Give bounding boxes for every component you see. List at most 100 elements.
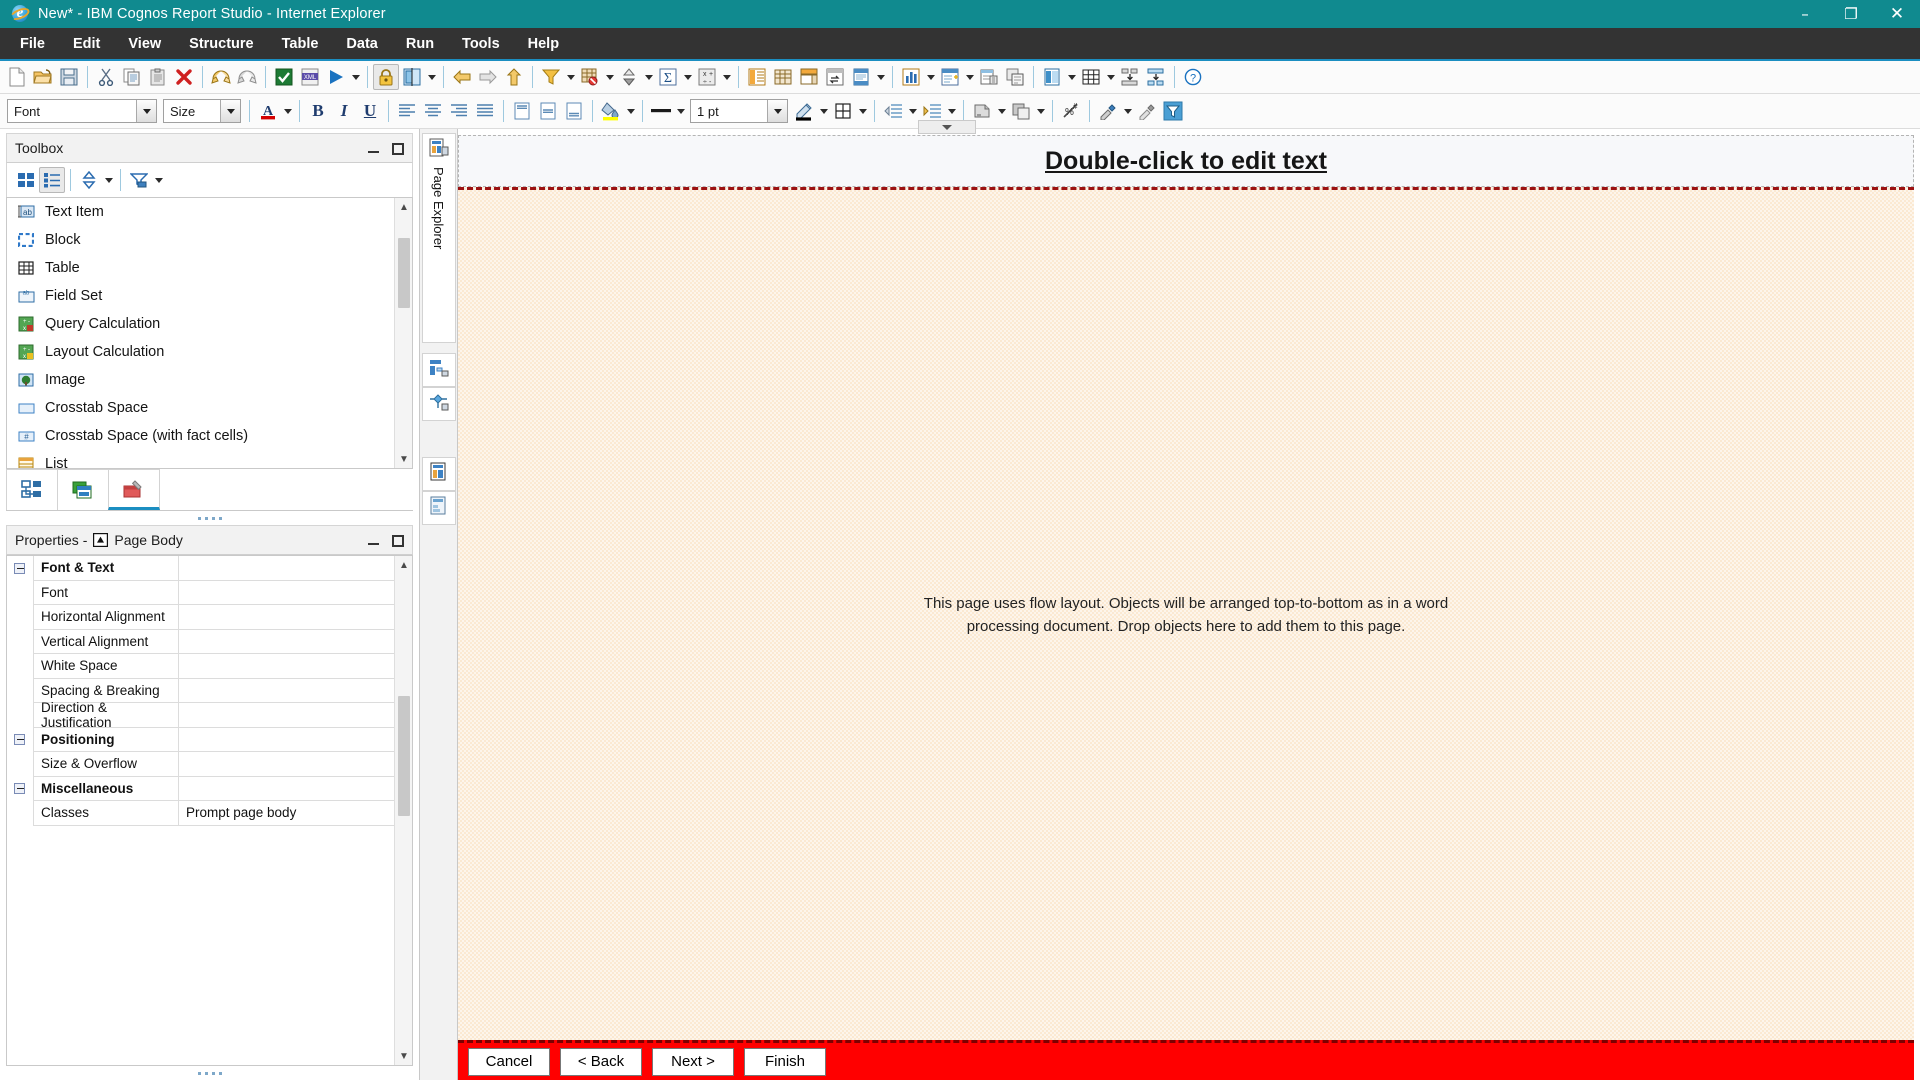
pick-up-style-caret-icon[interactable] — [1121, 98, 1134, 124]
pick-up-style-icon[interactable] — [1095, 98, 1121, 124]
align-justify-icon[interactable] — [472, 98, 498, 124]
background-color-caret-icon[interactable] — [624, 98, 637, 124]
page-header-text[interactable]: Double-click to edit text — [1045, 147, 1327, 176]
filter-icon[interactable] — [538, 64, 564, 90]
run-report-icon[interactable] — [323, 64, 349, 90]
property-value[interactable]: Prompt page body — [178, 801, 412, 826]
copy-icon[interactable] — [119, 64, 145, 90]
font-select-caret-icon[interactable] — [136, 100, 156, 122]
chart-icon[interactable] — [898, 64, 924, 90]
toolbox-item-crosstab-space-fact[interactable]: # Crosstab Space (with fact cells) — [7, 422, 412, 450]
border-style-caret-icon[interactable] — [674, 98, 687, 124]
properties-resize-grip[interactable] — [6, 1066, 413, 1080]
sort-caret-icon[interactable] — [642, 64, 655, 90]
toolbox-item-crosstab-space[interactable]: Crosstab Space — [7, 394, 412, 422]
scroll-up-icon[interactable]: ▲ — [395, 556, 412, 574]
margin-caret-icon[interactable] — [1034, 98, 1047, 124]
property-row[interactable]: White Space — [7, 654, 412, 679]
property-row[interactable]: Miscellaneous — [7, 776, 412, 801]
border-style-icon[interactable] — [648, 98, 674, 124]
align-right-icon[interactable] — [446, 98, 472, 124]
list-view-button[interactable] — [39, 167, 65, 193]
cut-icon[interactable] — [93, 64, 119, 90]
up-arrow-icon[interactable] — [501, 64, 527, 90]
menu-item-table[interactable]: Table — [268, 32, 333, 56]
toolbox-item-text-item[interactable]: ab Text Item — [7, 198, 412, 226]
page-body-region[interactable]: This page uses flow layout. Objects will… — [458, 187, 1914, 1040]
underline-button[interactable]: U — [357, 98, 383, 124]
filter-caret-icon[interactable] — [564, 64, 577, 90]
maximize-button[interactable]: ❐ — [1828, 0, 1874, 28]
property-row[interactable]: Positioning — [7, 727, 412, 752]
toolbox-scrollbar[interactable]: ▲ ▼ — [394, 198, 412, 468]
page-header-region[interactable]: Double-click to edit text — [458, 135, 1914, 187]
border-color-icon[interactable] — [791, 98, 817, 124]
build-prompt-page-icon[interactable] — [976, 64, 1002, 90]
calculate-caret-icon[interactable] — [720, 64, 733, 90]
valign-top-icon[interactable] — [509, 98, 535, 124]
toolbox-item-table[interactable]: Table — [7, 254, 412, 282]
bold-button[interactable]: B — [305, 98, 331, 124]
size-select[interactable]: Size — [163, 99, 241, 123]
menu-item-tools[interactable]: Tools — [448, 32, 514, 56]
chart-caret-icon[interactable] — [924, 64, 937, 90]
menu-item-data[interactable]: Data — [332, 32, 391, 56]
scroll-thumb[interactable] — [398, 238, 410, 308]
cancel-button[interactable]: Cancel — [468, 1047, 550, 1076]
repeater-icon[interactable] — [1002, 64, 1028, 90]
margin-icon[interactable] — [1008, 98, 1034, 124]
toolbox-item-layout-calculation[interactable]: + - x Layout Calculation — [7, 338, 412, 366]
toolbox-minimize-icon[interactable] — [368, 143, 380, 155]
scroll-down-icon[interactable]: ▼ — [395, 1047, 412, 1065]
sort-toolbox-icon[interactable] — [76, 167, 102, 193]
menu-item-help[interactable]: Help — [514, 32, 573, 56]
headers-footers-caret-icon[interactable] — [874, 64, 887, 90]
report-canvas[interactable]: Double-click to edit text This page uses… — [458, 120, 1920, 1080]
filter-toolbox-caret-icon[interactable] — [152, 167, 165, 193]
font-color-icon[interactable]: A — [255, 98, 281, 124]
conditional-style-icon[interactable] — [1160, 98, 1186, 124]
run-report-caret-icon[interactable] — [349, 64, 362, 90]
next-button[interactable]: Next > — [652, 1047, 734, 1076]
property-value[interactable] — [178, 776, 412, 801]
tab-query-explorer[interactable] — [421, 353, 456, 387]
valign-bottom-icon[interactable] — [561, 98, 587, 124]
redo-icon[interactable] — [234, 64, 260, 90]
align-middle-icon[interactable] — [1117, 64, 1143, 90]
summarize-icon[interactable]: Σ — [655, 64, 681, 90]
page-layers-caret-icon[interactable] — [1065, 64, 1078, 90]
menu-item-view[interactable]: View — [114, 32, 175, 56]
border-width-select[interactable]: 1 pt — [690, 99, 788, 123]
decrease-indent-icon[interactable] — [880, 98, 906, 124]
section-icon[interactable] — [744, 64, 770, 90]
toolbox-item-list[interactable]: ab Text Item Block Table ab Field Set + … — [6, 197, 413, 469]
menu-item-file[interactable]: File — [6, 32, 59, 56]
close-button[interactable]: ✕ — [1874, 0, 1920, 28]
toolbox-item-block[interactable]: Block — [7, 226, 412, 254]
sort-icon[interactable] — [616, 64, 642, 90]
padding-caret-icon[interactable] — [995, 98, 1008, 124]
valign-middle-icon[interactable] — [535, 98, 561, 124]
apply-style-icon[interactable] — [1134, 98, 1160, 124]
pivot-icon[interactable] — [796, 64, 822, 90]
background-color-icon[interactable] — [598, 98, 624, 124]
toolbox-maximize-icon[interactable] — [392, 143, 404, 155]
italic-button[interactable]: I — [331, 98, 357, 124]
align-left-icon[interactable] — [394, 98, 420, 124]
property-row[interactable]: Size & Overflow — [7, 752, 412, 777]
headers-footers-icon[interactable] — [848, 64, 874, 90]
suppress-caret-icon[interactable] — [603, 64, 616, 90]
toolbox-item-field-set[interactable]: ab Field Set — [7, 282, 412, 310]
font-select[interactable]: Font — [7, 99, 157, 123]
back-button[interactable]: < Back — [560, 1047, 642, 1076]
tab-condition-explorer[interactable] — [421, 387, 456, 421]
tab-report-pages[interactable] — [421, 457, 456, 491]
delete-icon[interactable] — [171, 64, 197, 90]
scroll-thumb[interactable] — [398, 696, 410, 816]
properties-scrollbar[interactable]: ▲ ▼ — [394, 556, 412, 1065]
toolbox-item-list[interactable]: List — [7, 450, 412, 468]
group-icon[interactable] — [770, 64, 796, 90]
property-value[interactable] — [178, 629, 412, 654]
align-center-icon[interactable] — [420, 98, 446, 124]
align-bottom-icon[interactable] — [1143, 64, 1169, 90]
